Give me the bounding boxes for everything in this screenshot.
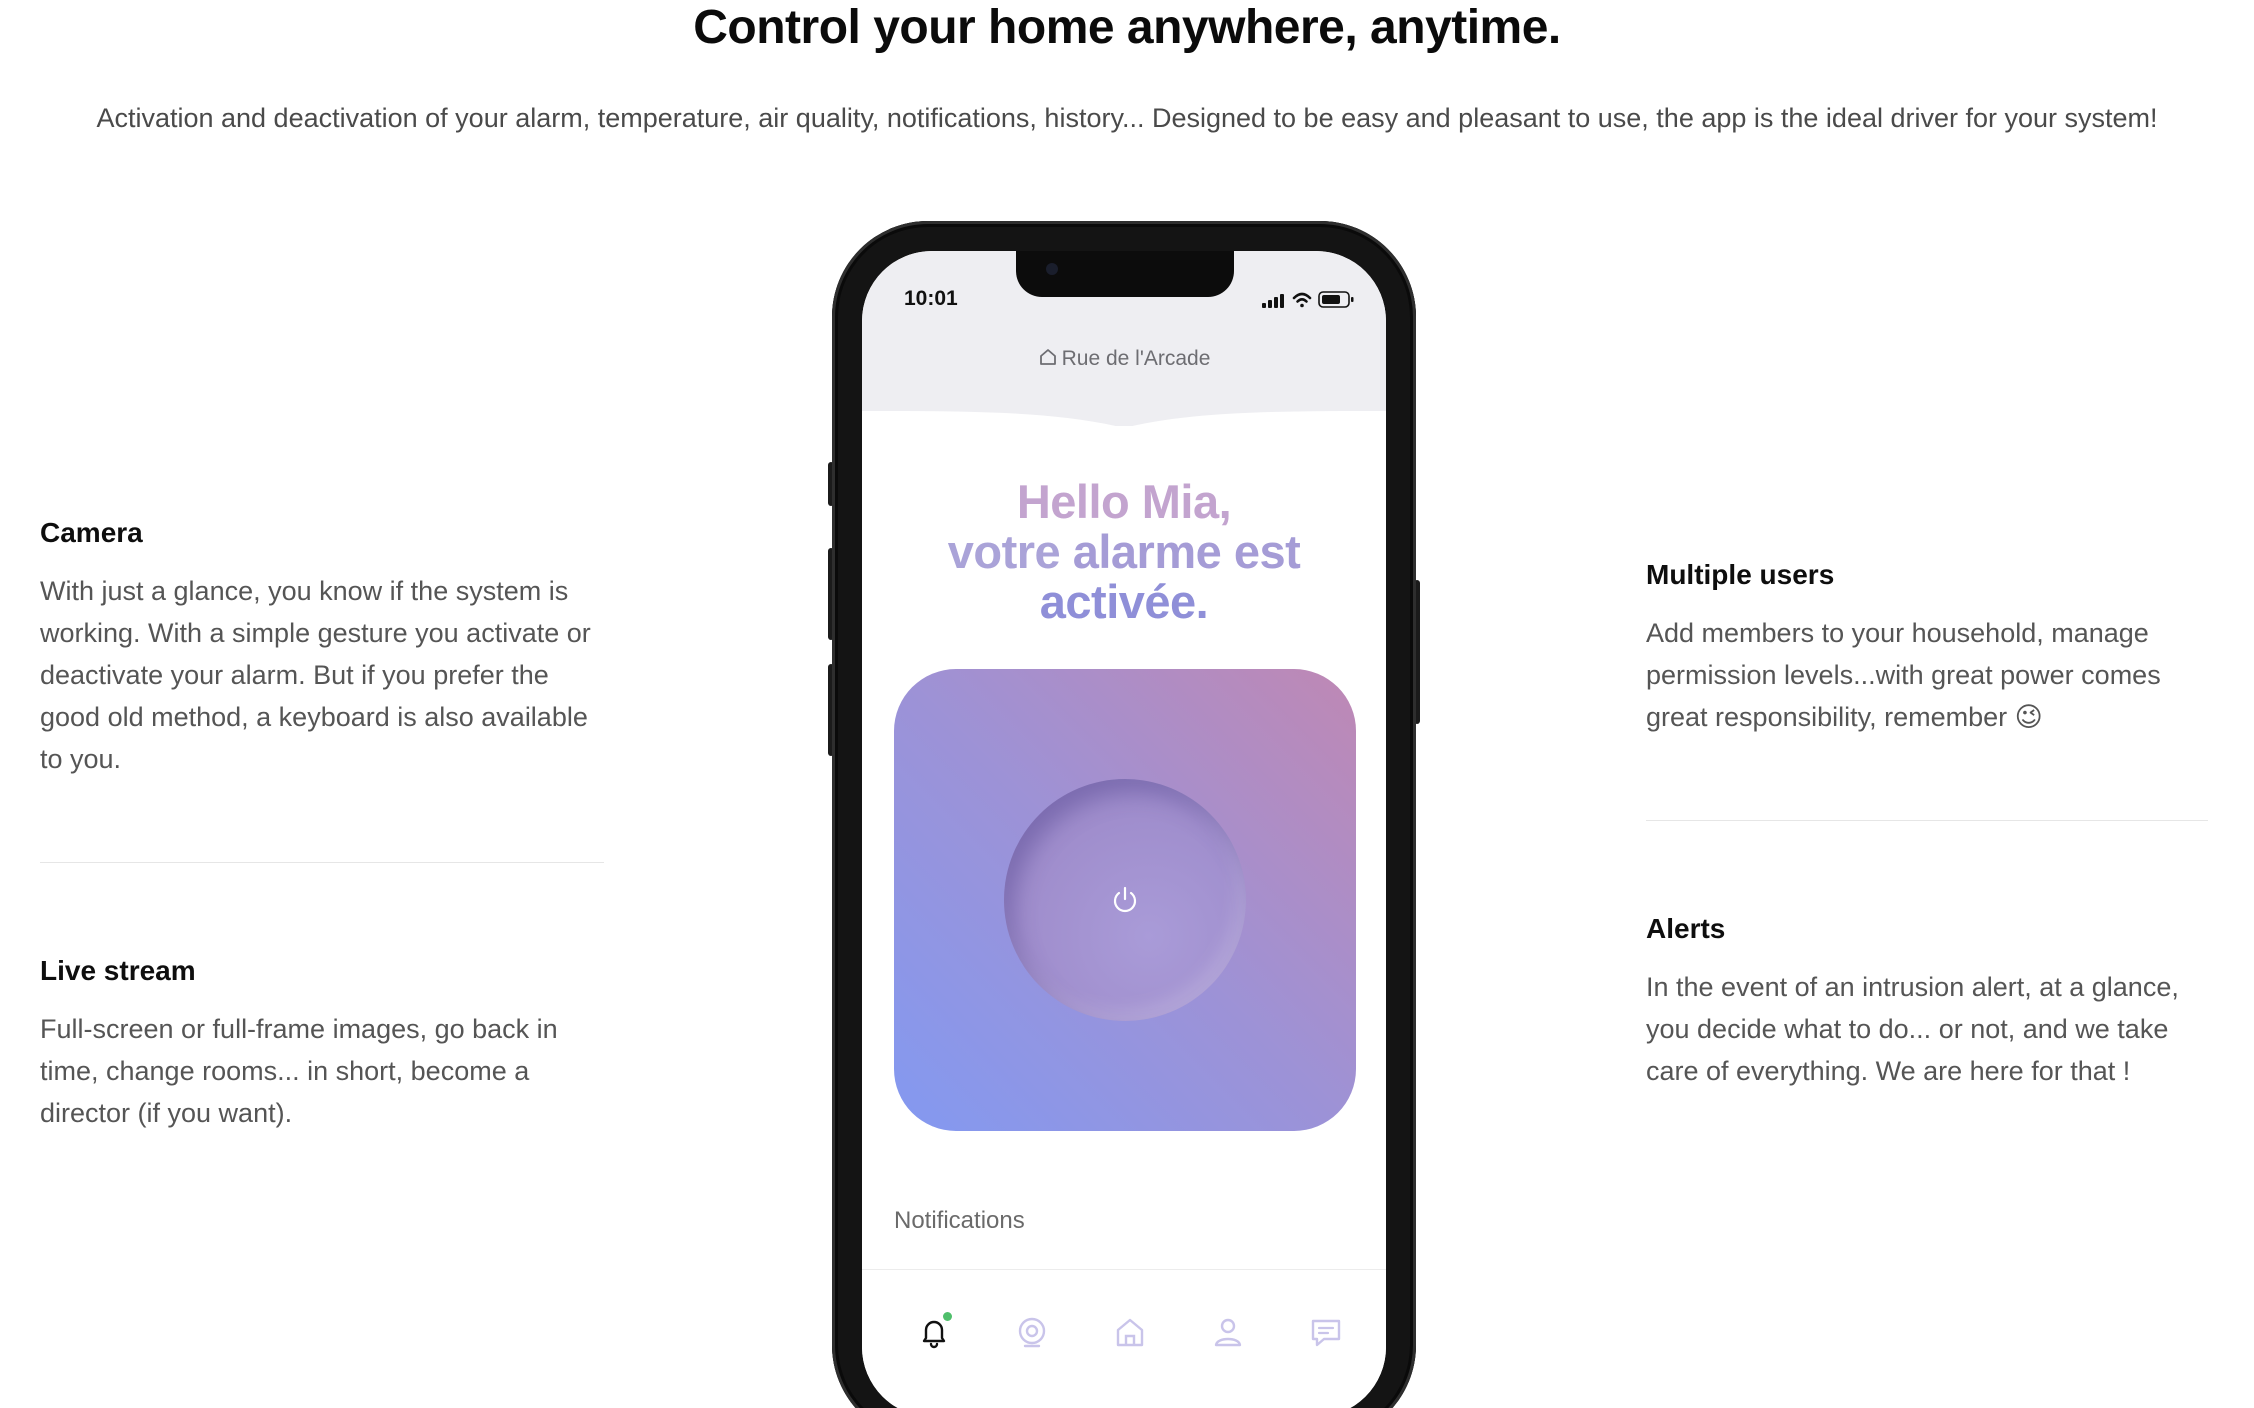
divider [40, 862, 604, 863]
page: Control your home anywhere, anytime. Act… [0, 0, 2254, 1408]
feature-text: Add members to your household, manage pe… [1646, 618, 2161, 732]
greeting-line-2a: votre [947, 525, 1073, 578]
greeting-line-2b: alarme est [1072, 525, 1301, 578]
phone-notch [1016, 251, 1234, 297]
tab-messages[interactable] [1306, 1312, 1346, 1352]
status-time: 10:01 [904, 287, 958, 310]
page-title: Control your home anywhere, anytime. [693, 1, 1561, 54]
chat-icon [1311, 1319, 1341, 1347]
greeting-line-1: Hello Mia, [1016, 475, 1232, 528]
signal-icon [1262, 294, 1284, 308]
phone-mockup: 10:01 Rue de l'Arcade Hello Mia, votre a… [832, 221, 1416, 1408]
alarm-card [894, 669, 1356, 1131]
feature-camera: Camera With just a glance, you know if t… [40, 516, 608, 780]
tab-bar [862, 1269, 1386, 1408]
alarm-toggle-button[interactable] [1004, 779, 1246, 1021]
tab-camera[interactable] [1012, 1312, 1052, 1352]
user-icon [1214, 1318, 1242, 1347]
home-address[interactable]: Rue de l'Arcade [862, 347, 1386, 371]
divider [1646, 820, 2208, 821]
battery-icon [1318, 291, 1354, 308]
wifi-icon [1292, 292, 1312, 308]
greeting-line-3: activée. [1039, 575, 1209, 628]
notification-dot [943, 1312, 952, 1321]
feature-live-stream: Live stream Full-screen or full-frame im… [40, 954, 608, 1134]
feature-text: Full-screen or full-frame images, go bac… [40, 1014, 558, 1128]
feature-title: Live stream [40, 955, 196, 986]
feature-alerts: Alerts In the event of an intrusion aler… [1646, 912, 2214, 1092]
power-icon [1113, 886, 1137, 913]
status-icons [1262, 291, 1354, 308]
home-address-label: Rue de l'Arcade [1061, 347, 1211, 370]
feature-title: Multiple users [1646, 559, 1835, 590]
page-subtitle: Activation and deactivation of your alar… [96, 103, 2158, 133]
feature-title: Alerts [1646, 913, 1726, 944]
notifications-heading: Notifications [894, 1207, 1025, 1234]
home-icon [1116, 1318, 1144, 1347]
tab-notifications[interactable] [914, 1312, 954, 1352]
feature-multiple-users: Multiple users Add members to your house… [1646, 558, 2214, 738]
tab-home[interactable] [1110, 1312, 1150, 1352]
phone-screen: 10:01 Rue de l'Arcade Hello Mia, votre a… [862, 251, 1386, 1408]
house-icon [1039, 349, 1056, 365]
feature-text: In the event of an intrusion alert, at a… [1646, 972, 2179, 1086]
camera-icon [1018, 1317, 1046, 1348]
front-camera-icon [1046, 263, 1058, 275]
greeting: Hello Mia, votre alarme est activée. [862, 477, 1386, 627]
feature-title: Camera [40, 517, 143, 548]
tab-profile[interactable] [1208, 1312, 1248, 1352]
feature-text: With just a glance, you know if the syst… [40, 576, 591, 774]
